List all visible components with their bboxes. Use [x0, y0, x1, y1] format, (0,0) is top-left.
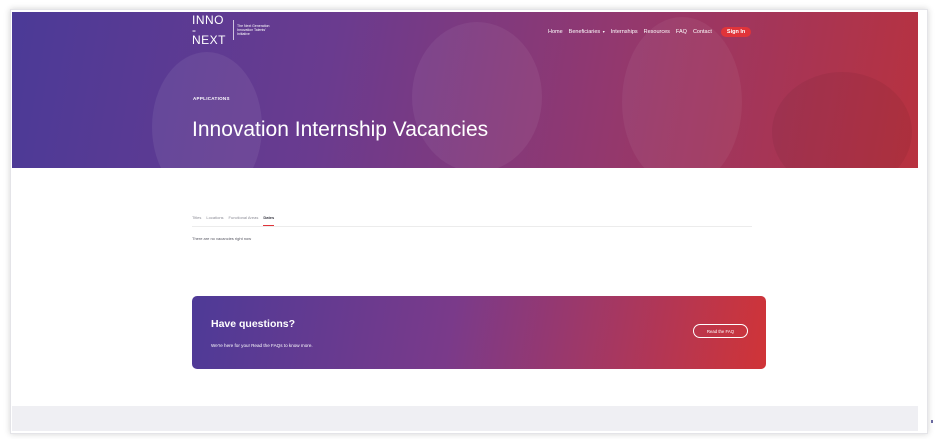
- nav-internships[interactable]: Internships: [611, 29, 638, 35]
- footer: [12, 406, 918, 431]
- page-title: Innovation Internship Vacancies: [192, 118, 489, 141]
- scrollbar-thumb[interactable]: [931, 420, 933, 423]
- hero-photo-shape: [772, 72, 912, 168]
- nav-beneficiaries[interactable]: Beneficiaries ▾: [569, 29, 605, 35]
- faq-cta-banner: Have questions? We're here for you! Read…: [192, 296, 766, 369]
- hero-photo-shape: [152, 52, 262, 168]
- nav-contact[interactable]: Contact: [693, 29, 712, 35]
- hero-banner: INNO -NEXT The Next Generation Innovatio…: [12, 12, 918, 168]
- site-logo[interactable]: INNO -NEXT The Next Generation Innovatio…: [192, 13, 279, 47]
- read-faq-button[interactable]: Read the FAQ: [693, 324, 748, 338]
- tab-titles[interactable]: Titles: [192, 215, 201, 226]
- page-eyebrow: APPLICATIONS: [193, 96, 230, 101]
- nav-resources[interactable]: Resources: [644, 29, 670, 35]
- tab-locations[interactable]: Locations: [206, 215, 223, 226]
- main-nav: Home Beneficiaries ▾ Internships Resourc…: [548, 27, 752, 37]
- hero-photo-shape: [622, 17, 742, 168]
- filter-tabs: Titles Locations Functional Areas Dates: [192, 215, 752, 227]
- hero-photo-shape: [412, 22, 542, 168]
- empty-vacancies-message: There are no vacancies right now: [192, 236, 252, 241]
- nav-faq[interactable]: FAQ: [676, 29, 687, 35]
- sign-in-button[interactable]: Sign In: [720, 27, 752, 37]
- nav-home[interactable]: Home: [548, 29, 563, 35]
- cta-text: We're here for you! Read the FAQs to kno…: [211, 343, 313, 348]
- logo-mark: INNO -NEXT: [192, 13, 227, 47]
- tab-dates[interactable]: Dates: [263, 215, 275, 226]
- chevron-down-icon: ▾: [602, 29, 605, 34]
- logo-tagline: The Next Generation Innovation Talents' …: [237, 24, 270, 36]
- tab-functional-areas[interactable]: Functional Areas: [229, 215, 259, 226]
- logo-divider: [233, 20, 234, 40]
- nav-beneficiaries-label: Beneficiaries: [568, 29, 601, 35]
- cta-title: Have questions?: [211, 318, 296, 330]
